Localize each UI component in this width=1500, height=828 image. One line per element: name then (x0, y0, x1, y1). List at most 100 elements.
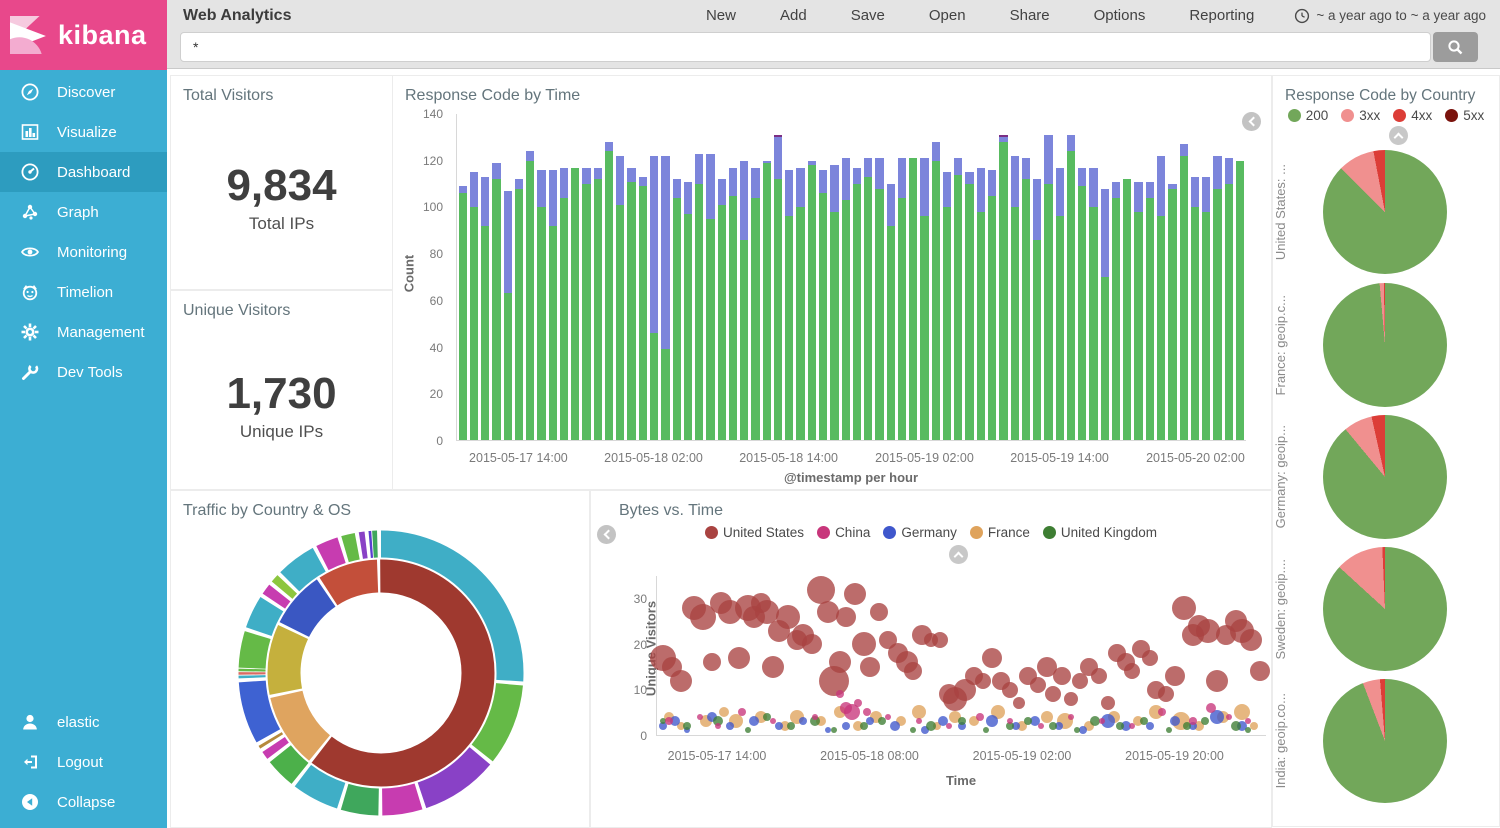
bar[interactable] (1180, 114, 1188, 440)
legend-item[interactable]: United States (705, 525, 804, 540)
bar[interactable] (706, 114, 714, 440)
bar[interactable] (627, 114, 635, 440)
bubble-france[interactable] (912, 705, 926, 719)
sunburst-chart[interactable] (231, 523, 531, 823)
bar[interactable] (594, 114, 602, 440)
bubble-united-states[interactable] (728, 647, 750, 669)
menu-add[interactable]: Add (780, 7, 807, 24)
bubble-china[interactable] (697, 714, 703, 720)
bar[interactable] (718, 114, 726, 440)
bar[interactable] (661, 114, 669, 440)
bubble-france[interactable] (719, 707, 729, 717)
bar[interactable] (819, 114, 827, 440)
sidebar-item-dashboard[interactable]: Dashboard (0, 152, 167, 192)
bar[interactable] (808, 114, 816, 440)
bar[interactable] (695, 114, 703, 440)
bubble-united-states[interactable] (1064, 692, 1078, 706)
bar[interactable] (729, 114, 737, 440)
bubble-united-kingdom[interactable] (983, 727, 989, 733)
bubble-united-states[interactable] (982, 648, 1002, 668)
bubble-germany[interactable] (986, 715, 998, 727)
kibana-logo[interactable]: kibana (0, 0, 167, 70)
bubble-china[interactable] (1038, 723, 1044, 729)
bubble-germany[interactable] (749, 716, 759, 726)
bar[interactable] (1022, 114, 1030, 440)
bubble-united-states[interactable] (1045, 686, 1061, 702)
bar[interactable] (965, 114, 973, 440)
bar[interactable] (537, 114, 545, 440)
legend-item[interactable]: United Kingdom (1043, 525, 1157, 540)
bar[interactable] (1078, 114, 1086, 440)
search-input[interactable] (180, 32, 1431, 62)
bubble-united-states[interactable] (1165, 666, 1185, 686)
bubble-germany[interactable] (775, 722, 783, 730)
bubble-china[interactable] (863, 708, 871, 716)
bar[interactable] (1011, 114, 1019, 440)
bubble-germany[interactable] (1170, 716, 1180, 726)
bubble-china[interactable] (885, 714, 891, 720)
bar[interactable] (898, 114, 906, 440)
bar[interactable] (864, 114, 872, 440)
bubble-germany[interactable] (825, 727, 831, 733)
menu-share[interactable]: Share (1010, 7, 1050, 24)
bubble-china[interactable] (946, 723, 952, 729)
bar[interactable] (988, 114, 996, 440)
legend-item[interactable]: 3xx (1341, 108, 1380, 123)
panel-collapse-up-button[interactable] (1389, 126, 1408, 145)
bar[interactable] (673, 114, 681, 440)
search-button[interactable] (1433, 32, 1478, 62)
menu-save[interactable]: Save (851, 7, 885, 24)
bar[interactable] (1236, 114, 1244, 440)
bubble-china[interactable] (812, 714, 818, 720)
bubble-united-kingdom[interactable] (831, 727, 837, 733)
bubble-united-states[interactable] (1101, 696, 1115, 710)
pie-chart[interactable] (1323, 679, 1447, 803)
bar[interactable] (796, 114, 804, 440)
bar[interactable] (560, 114, 568, 440)
bubble-united-states[interactable] (1030, 677, 1046, 693)
bubble-united-states[interactable] (860, 657, 880, 677)
bar[interactable] (785, 114, 793, 440)
bubble-united-states[interactable] (975, 673, 991, 689)
bubble-united-kingdom[interactable] (1231, 721, 1241, 731)
menu-new[interactable]: New (706, 7, 736, 24)
bubble-china[interactable] (1206, 703, 1216, 713)
bar[interactable] (999, 114, 1007, 440)
time-picker[interactable]: ~ a year ago to ~ a year ago (1294, 8, 1486, 24)
bar[interactable] (830, 114, 838, 440)
bubble-united-states[interactable] (904, 662, 922, 680)
bar[interactable] (1213, 114, 1221, 440)
bubble-united-states[interactable] (1053, 667, 1071, 685)
bubble-china[interactable] (1129, 723, 1135, 729)
bar[interactable] (1112, 114, 1120, 440)
sidebar-item-logout[interactable]: Logout (0, 742, 167, 782)
bubble-china[interactable] (1189, 717, 1197, 725)
bar[interactable] (763, 114, 771, 440)
bar[interactable] (1067, 114, 1075, 440)
bubble-united-states[interactable] (703, 653, 721, 671)
bubble-united-states[interactable] (932, 632, 948, 648)
bar[interactable] (616, 114, 624, 440)
bubble-united-states[interactable] (1158, 686, 1174, 702)
sidebar-item-collapse[interactable]: Collapse (0, 782, 167, 822)
bar[interactable] (853, 114, 861, 440)
bar[interactable] (1089, 114, 1097, 440)
legend-item[interactable]: 5xx (1445, 108, 1484, 123)
bubble-china[interactable] (738, 708, 746, 716)
pie-chart[interactable] (1323, 415, 1447, 539)
bar[interactable] (887, 114, 895, 440)
menu-reporting[interactable]: Reporting (1189, 7, 1254, 24)
bar[interactable] (740, 114, 748, 440)
bar[interactable] (909, 114, 917, 440)
bubble-united-states[interactable] (870, 603, 888, 621)
bubble-china[interactable] (836, 690, 844, 698)
sidebar-item-devtools[interactable]: Dev Tools (0, 352, 167, 392)
bar[interactable] (459, 114, 467, 440)
bubble-china[interactable] (1068, 714, 1074, 720)
bubble-united-kingdom[interactable] (1245, 727, 1251, 733)
sidebar-item-monitoring[interactable]: Monitoring (0, 232, 167, 272)
bar[interactable] (943, 114, 951, 440)
bubble-united-kingdom[interactable] (745, 727, 751, 733)
bar[interactable] (1123, 114, 1131, 440)
bar[interactable] (504, 114, 512, 440)
